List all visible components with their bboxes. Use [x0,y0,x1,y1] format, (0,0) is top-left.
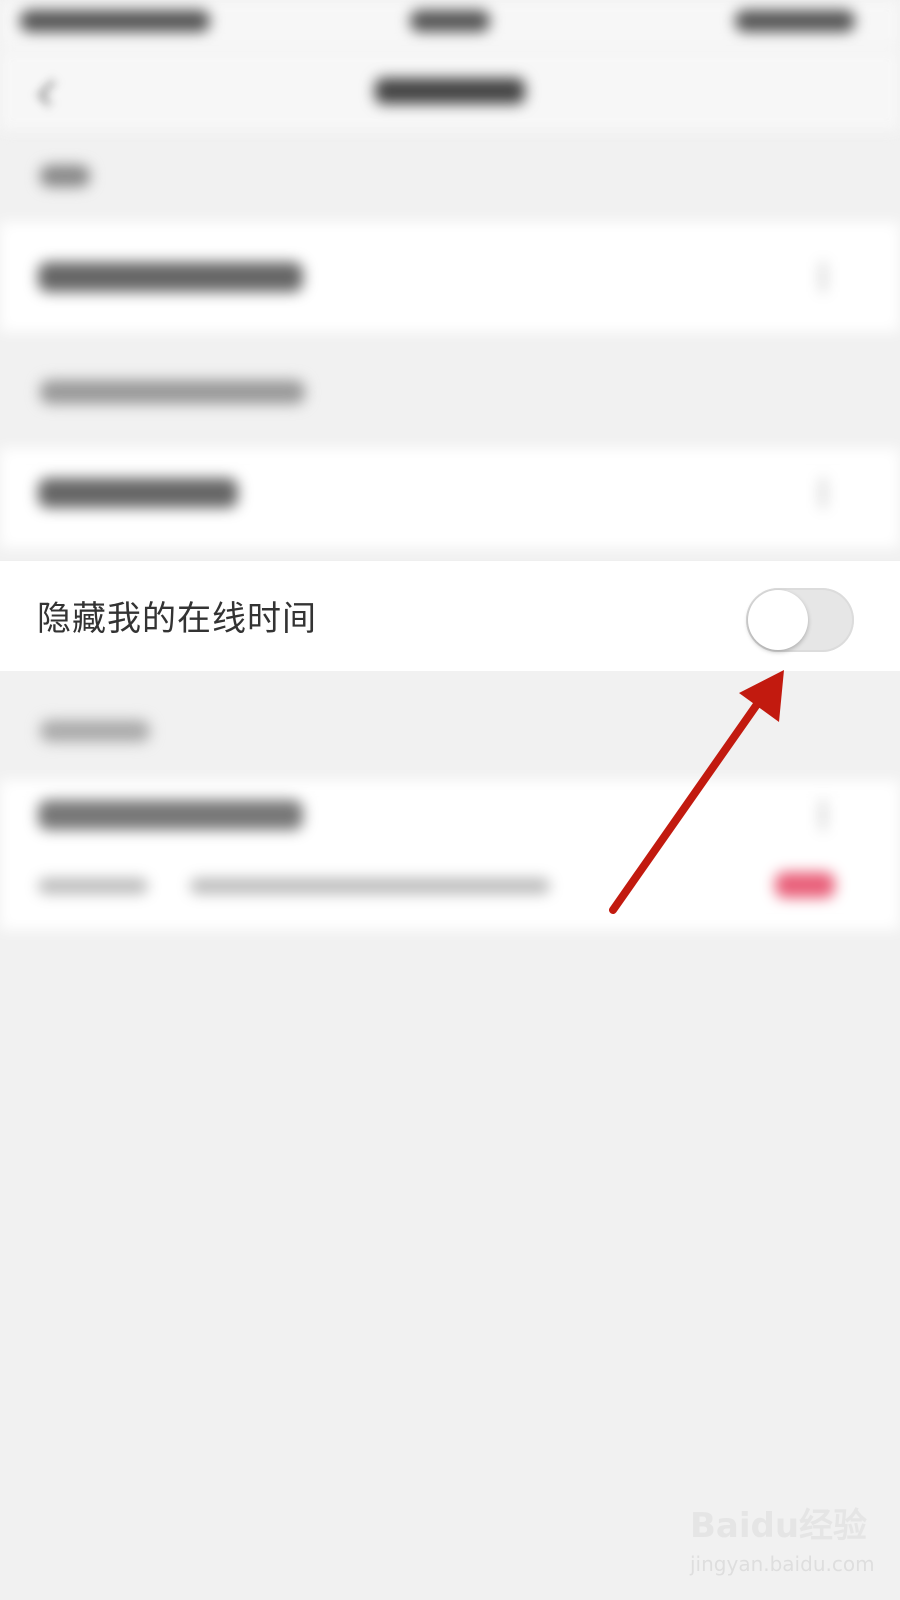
chevron-right-icon[interactable] [805,478,825,508]
status-bar [0,0,900,50]
row-label-placeholder [38,478,238,508]
section-header-placeholder [40,165,90,187]
carrier-placeholder [20,10,210,32]
sub-text-placeholder [190,878,550,894]
settings-card-2 [0,448,900,548]
chevron-right-icon[interactable] [805,800,825,830]
clock-placeholder [410,10,490,32]
settings-card-3 [0,780,900,930]
toggle-knob [748,590,808,650]
hide-online-time-label: 隐藏我的在线时间 [37,599,317,639]
badge-placeholder [775,872,835,898]
baidu-jingyan-watermark: Baidu经验 jingyan.baidu.com [690,1498,875,1588]
section-header-placeholder [40,380,305,404]
chevron-right-icon[interactable] [805,262,825,292]
status-icons-placeholder [735,10,855,32]
settings-card-1 [0,222,900,332]
sub-text-placeholder [38,878,148,894]
row-label-placeholder [38,800,303,830]
arrow-head [739,670,784,722]
row-label-placeholder [38,262,303,292]
hide-online-time-row: 隐藏我的在线时间 [0,560,900,671]
section-header-placeholder [40,720,150,742]
hide-online-time-toggle[interactable] [746,588,854,652]
watermark-url: jingyan.baidu.com [690,1552,875,1576]
watermark-logo: Baidu经验 [690,1506,868,1546]
page-title-placeholder [375,78,525,104]
